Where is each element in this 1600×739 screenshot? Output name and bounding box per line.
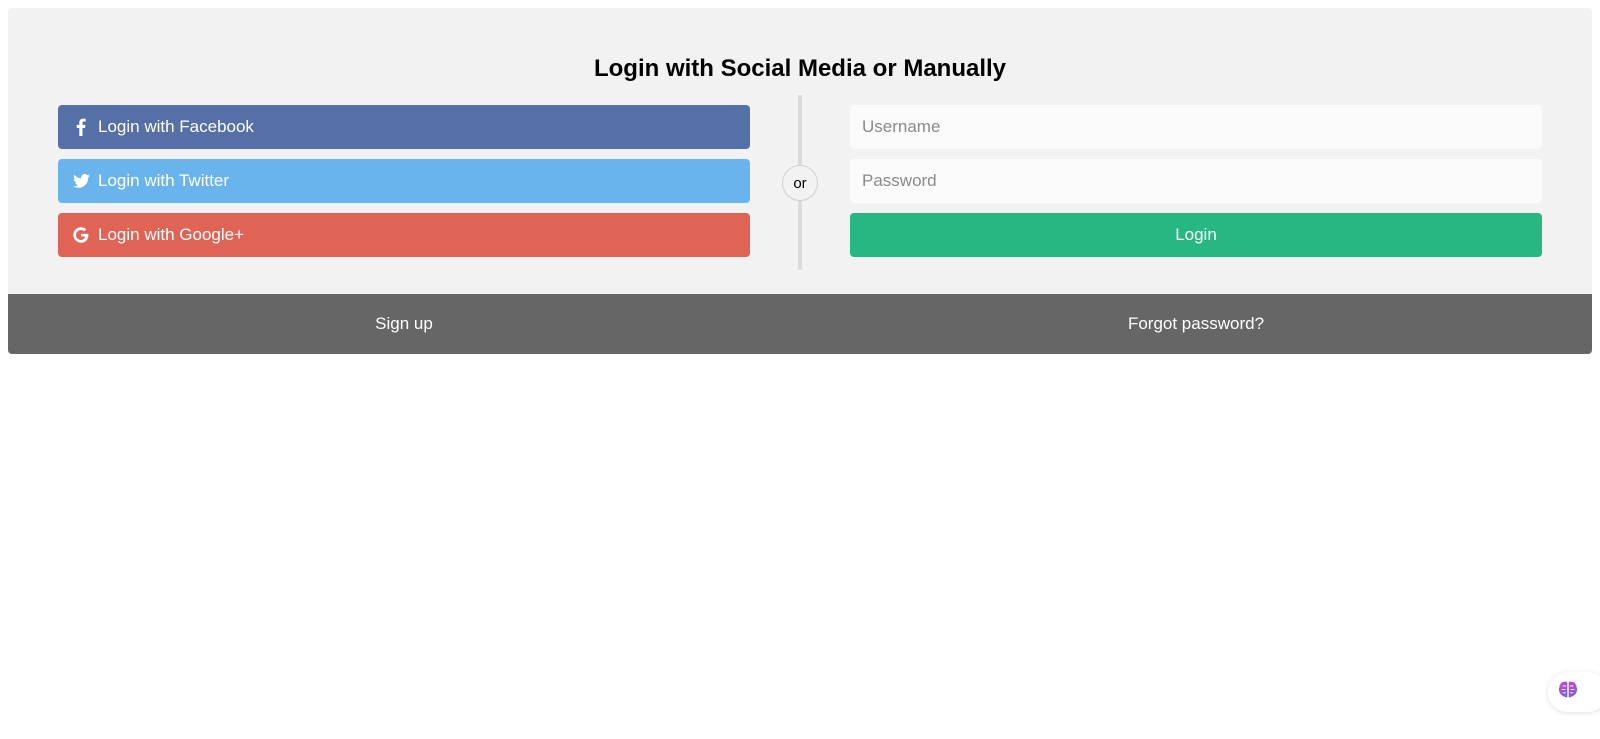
twitter-login-button[interactable]: Login with Twitter: [58, 159, 750, 203]
login-button[interactable]: Login: [850, 213, 1542, 257]
facebook-icon: [72, 118, 90, 136]
google-icon: [72, 226, 90, 244]
card-footer: Sign up Forgot password?: [8, 294, 1592, 354]
social-login-column: Login with Facebook Login with Twitter L…: [58, 105, 750, 267]
facebook-login-button[interactable]: Login with Facebook: [58, 105, 750, 149]
facebook-login-label: Login with Facebook: [98, 117, 254, 136]
twitter-login-label: Login with Twitter: [98, 171, 230, 190]
twitter-icon: [72, 172, 90, 190]
google-login-label: Login with Google+: [98, 225, 245, 244]
password-input[interactable]: [850, 159, 1542, 203]
login-card: Login with Social Media or Manually Logi…: [8, 8, 1592, 354]
manual-login-form: Login: [850, 105, 1542, 257]
forgot-password-link[interactable]: Forgot password?: [850, 294, 1542, 354]
brain-icon: [1558, 680, 1578, 705]
signup-link[interactable]: Sign up: [58, 294, 750, 354]
google-login-button[interactable]: Login with Google+: [58, 213, 750, 257]
floating-widget-button[interactable]: [1548, 672, 1600, 712]
username-input[interactable]: [850, 105, 1542, 149]
or-separator: or: [782, 165, 818, 201]
page-title: Login with Social Media or Manually: [593, 55, 1007, 82]
